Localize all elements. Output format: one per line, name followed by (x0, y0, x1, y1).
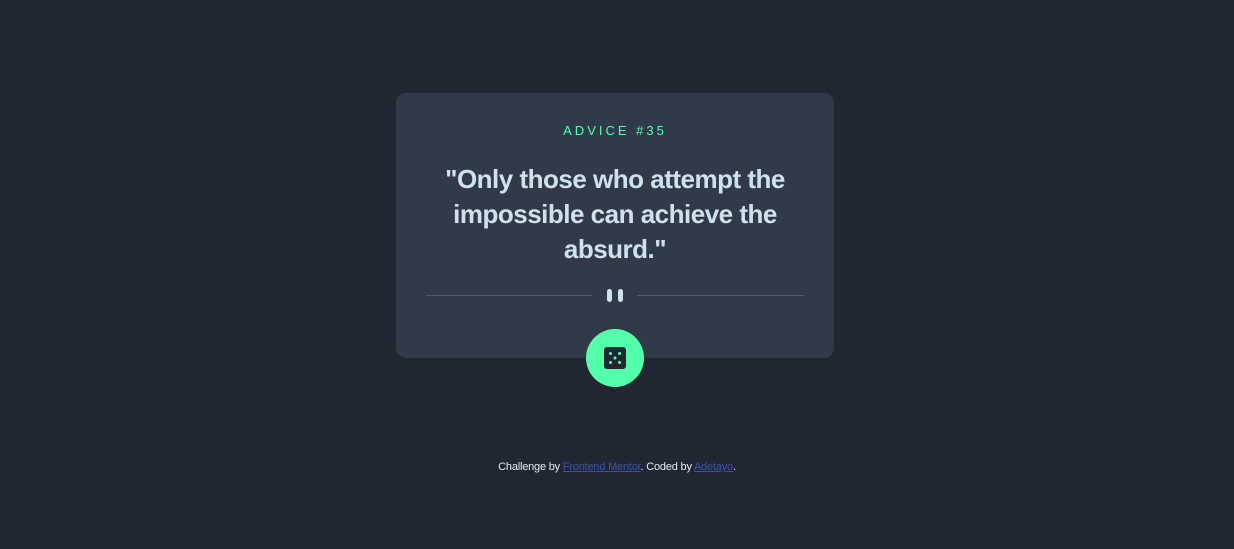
advice-id: ADVICE #35 (563, 123, 667, 138)
pattern-divider (426, 287, 804, 303)
advice-quote: "Only those who attempt the impossible c… (445, 164, 785, 264)
frontend-mentor-link[interactable]: Frontend Mentor (563, 461, 641, 473)
footer-suffix: . (732, 461, 736, 473)
dice-icon (604, 347, 626, 369)
footer-prefix: Challenge by (498, 461, 563, 473)
attribution-footer: Challenge by Frontend Mentor. Coded by A… (0, 461, 1234, 473)
advice-card: ADVICE #35 "Only those who attempt the i… (396, 93, 834, 358)
divider-line-right (637, 295, 804, 296)
pause-icon (606, 289, 624, 302)
author-link[interactable]: Adetayo (694, 461, 733, 473)
footer-middle: . Coded by (640, 461, 694, 473)
generate-advice-button[interactable] (586, 329, 644, 387)
divider-line-left (426, 295, 592, 296)
